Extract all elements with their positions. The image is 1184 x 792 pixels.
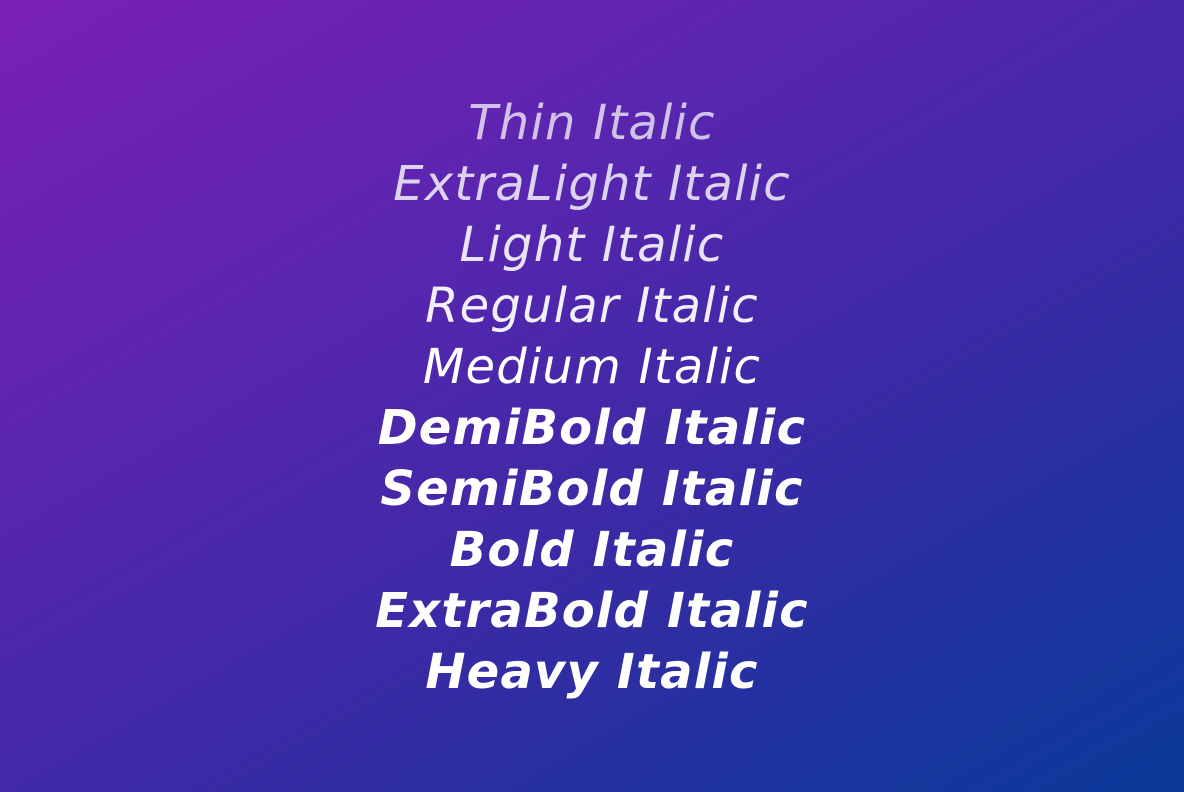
weight-sample-bold-italic: Bold Italic (449, 522, 735, 578)
weight-sample-extralight-italic: ExtraLight Italic (393, 156, 791, 212)
font-weight-specimen-list: Thin Italic ExtraLight Italic Light Ital… (0, 93, 1184, 703)
weight-sample-heavy-italic: Heavy Italic (425, 644, 759, 700)
weight-sample-light-italic: Light Italic (459, 217, 725, 273)
weight-sample-semibold-italic: SemiBold Italic (380, 461, 804, 517)
weight-sample-thin-italic: Thin Italic (468, 95, 716, 151)
weight-sample-medium-italic: Medium Italic (422, 339, 762, 395)
weight-sample-regular-italic: Regular Italic (425, 278, 759, 334)
weight-sample-extrabold-italic: ExtraBold Italic (375, 583, 809, 639)
weight-sample-demibold-italic: DemiBold Italic (377, 400, 807, 456)
